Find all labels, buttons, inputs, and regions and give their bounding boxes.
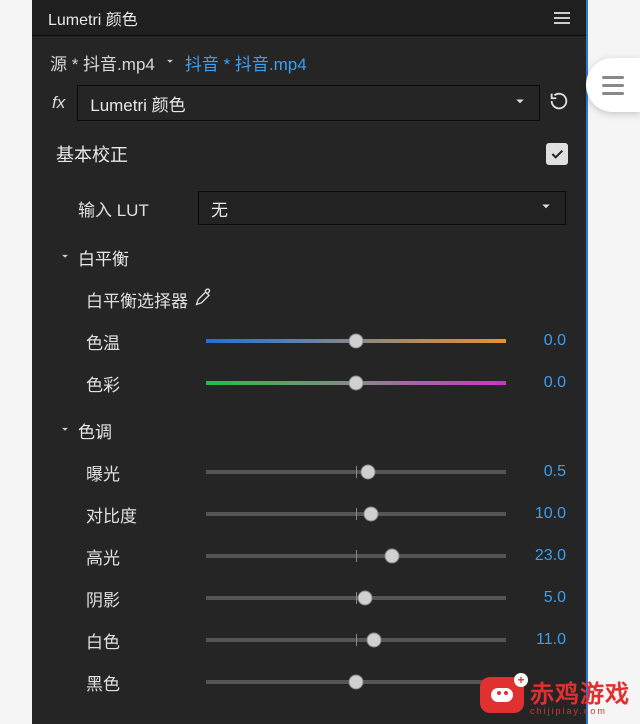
tint-value[interactable]: 0.0 [520,374,566,392]
temperature-slider[interactable] [206,339,506,343]
panel-menu-icon[interactable] [550,8,574,28]
shadows-label: 阴影 [86,586,206,611]
site-watermark: + 赤鸡游戏 chijiplay.com [480,674,630,716]
exposure-value[interactable]: 0.5 [520,463,566,481]
effect-dropdown[interactable]: Lumetri 颜色 [77,85,540,121]
contrast-value[interactable]: 10.0 [520,505,566,523]
source-clip-name[interactable]: 源 * 抖音.mp4 [50,50,155,75]
shadows-value[interactable]: 5.0 [520,589,566,607]
section-enable-checkbox[interactable] [546,143,568,165]
whites-row: 白色 11.0 [48,619,570,661]
lumetri-color-panel: Lumetri 颜色 源 * 抖音.mp4 抖音 * 抖音.mp4 fx Lum… [32,0,588,724]
reset-icon[interactable] [548,90,570,117]
tint-slider[interactable] [206,381,506,385]
tint-label: 色彩 [86,371,206,396]
group-title: 白平衡 [78,245,129,270]
temperature-label: 色温 [86,329,206,354]
exposure-row: 曝光 0.5 [48,451,570,493]
input-lut-value: 无 [211,196,228,221]
contrast-label: 对比度 [86,502,206,527]
highlights-label: 高光 [86,544,206,569]
sequence-clip-name[interactable]: 抖音 * 抖音.mp4 [185,50,307,75]
panel-body: 源 * 抖音.mp4 抖音 * 抖音.mp4 fx Lumetri 颜色 基本校… [32,36,586,724]
eyedropper-icon[interactable] [194,287,214,312]
whites-label: 白色 [86,628,206,653]
blacks-slider[interactable] [206,680,506,684]
highlights-value[interactable]: 23.0 [520,547,566,565]
effect-row: fx Lumetri 颜色 [48,85,570,135]
tint-row: 色彩 0.0 [48,362,570,404]
wb-picker-row: 白平衡选择器 [48,278,570,320]
exposure-slider[interactable] [206,470,506,474]
chevron-down-icon [537,197,555,220]
panel-header: Lumetri 颜色 [32,0,586,36]
fx-badge[interactable]: fx [48,93,69,113]
whites-value[interactable]: 11.0 [520,631,566,649]
group-title: 色调 [78,418,112,443]
wb-picker-label: 白平衡选择器 [86,287,188,312]
watermark-logo-icon: + [480,677,524,713]
floating-menu-button[interactable] [586,58,640,112]
disclosure-triangle-icon [58,248,72,268]
disclosure-triangle-icon [58,421,72,441]
whites-slider[interactable] [206,638,506,642]
exposure-label: 曝光 [86,460,206,485]
group-white-balance[interactable]: 白平衡 [48,231,570,278]
input-lut-label: 输入 LUT [78,196,198,221]
highlights-row: 高光 23.0 [48,535,570,577]
section-basic-correction[interactable]: 基本校正 [48,135,570,185]
blacks-label: 黑色 [86,670,206,695]
highlights-slider[interactable] [206,554,506,558]
clip-selector-row: 源 * 抖音.mp4 抖音 * 抖音.mp4 [48,46,570,85]
shadows-slider[interactable] [206,596,506,600]
chevron-down-icon[interactable] [163,53,177,73]
shadows-row: 阴影 5.0 [48,577,570,619]
input-lut-row: 输入 LUT 无 [48,185,570,231]
contrast-slider[interactable] [206,512,506,516]
temperature-value[interactable]: 0.0 [520,332,566,350]
contrast-row: 对比度 10.0 [48,493,570,535]
chevron-down-icon [511,92,529,115]
temperature-row: 色温 0.0 [48,320,570,362]
panel-title: Lumetri 颜色 [48,6,138,30]
input-lut-dropdown[interactable]: 无 [198,191,566,225]
watermark-brand: 赤鸡游戏 [530,681,630,708]
hamburger-icon [602,76,624,95]
section-title: 基本校正 [56,141,128,167]
effect-dropdown-label: Lumetri 颜色 [90,91,185,116]
group-tone[interactable]: 色调 [48,404,570,451]
